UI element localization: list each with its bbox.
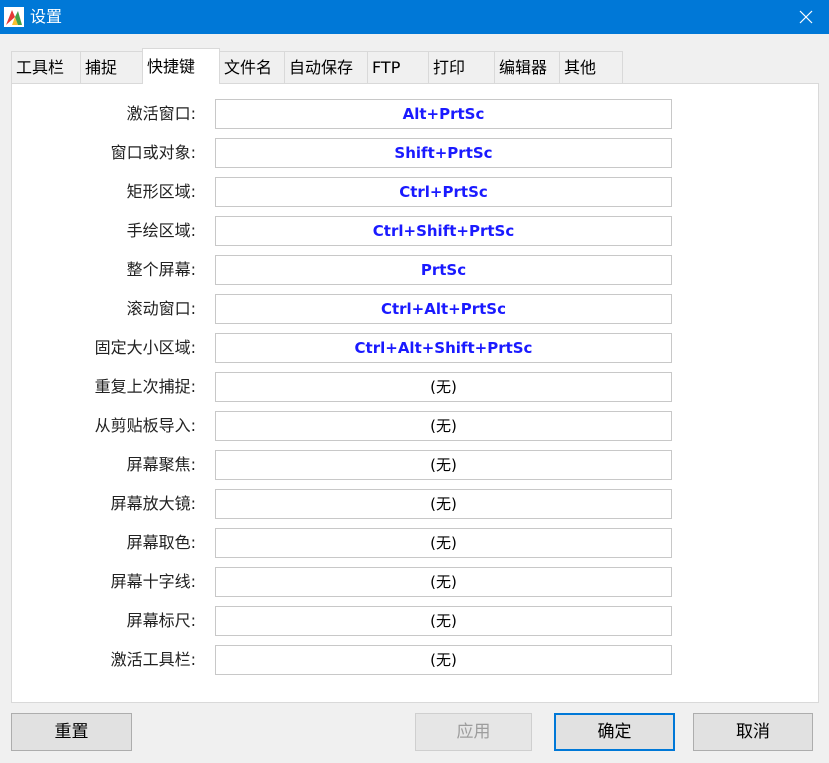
- hotkey-row: 屏幕标尺: (无): [12, 606, 818, 636]
- hotkey-label: 激活工具栏:: [110, 650, 196, 669]
- window-title: 设置: [30, 7, 63, 26]
- tab-filename[interactable]: 文件名: [219, 51, 285, 83]
- hotkey-field[interactable]: (无): [215, 411, 672, 441]
- hotkey-row: 从剪贴板导入: (无): [12, 411, 818, 441]
- ok-button[interactable]: 确定: [554, 713, 675, 751]
- hotkey-label: 屏幕放大镜:: [110, 494, 196, 513]
- hotkey-field[interactable]: (无): [215, 450, 672, 480]
- hotkey-label: 屏幕聚焦:: [126, 455, 196, 474]
- hotkey-label: 重复上次捕捉:: [94, 377, 196, 396]
- hotkey-row: 激活工具栏: (无): [12, 645, 818, 675]
- hotkey-field[interactable]: Ctrl+PrtSc: [215, 177, 672, 207]
- hotkey-label: 滚动窗口:: [126, 299, 196, 318]
- hotkey-label: 屏幕标尺:: [126, 611, 196, 630]
- hotkey-label: 屏幕取色:: [126, 533, 196, 552]
- hotkey-label: 矩形区域:: [126, 182, 196, 201]
- hotkey-field[interactable]: (无): [215, 489, 672, 519]
- tab-hotkeys[interactable]: 快捷键: [142, 48, 220, 84]
- tab-editor[interactable]: 编辑器: [494, 51, 560, 83]
- hotkey-row: 手绘区域: Ctrl+Shift+PrtSc: [12, 216, 818, 246]
- hotkey-field[interactable]: Ctrl+Alt+PrtSc: [215, 294, 672, 324]
- hotkey-field[interactable]: PrtSc: [215, 255, 672, 285]
- hotkey-row: 矩形区域: Ctrl+PrtSc: [12, 177, 818, 207]
- tab-print[interactable]: 打印: [428, 51, 495, 83]
- tab-other[interactable]: 其他: [559, 51, 623, 83]
- hotkey-label: 固定大小区域:: [94, 338, 196, 357]
- hotkeys-panel: 激活窗口: Alt+PrtSc 窗口或对象: Shift+PrtSc 矩形区域:…: [11, 83, 819, 703]
- close-button[interactable]: [783, 0, 829, 34]
- hotkey-row: 固定大小区域: Ctrl+Alt+Shift+PrtSc: [12, 333, 818, 363]
- hotkey-field[interactable]: Shift+PrtSc: [215, 138, 672, 168]
- tab-toolbar[interactable]: 工具栏: [11, 51, 81, 83]
- hotkey-row: 滚动窗口: Ctrl+Alt+PrtSc: [12, 294, 818, 324]
- hotkey-row: 屏幕放大镜: (无): [12, 489, 818, 519]
- hotkey-field[interactable]: (无): [215, 528, 672, 558]
- app-logo-icon: [4, 7, 24, 27]
- hotkey-row: 屏幕十字线: (无): [12, 567, 818, 597]
- cancel-button[interactable]: 取消: [693, 713, 813, 751]
- hotkey-row: 激活窗口: Alt+PrtSc: [12, 99, 818, 129]
- title-bar: 设置: [0, 0, 829, 34]
- tab-capture[interactable]: 捕捉: [80, 51, 143, 83]
- hotkey-field[interactable]: Ctrl+Alt+Shift+PrtSc: [215, 333, 672, 363]
- hotkey-field[interactable]: Ctrl+Shift+PrtSc: [215, 216, 672, 246]
- hotkey-field[interactable]: (无): [215, 606, 672, 636]
- hotkey-row: 屏幕取色: (无): [12, 528, 818, 558]
- tab-ftp[interactable]: FTP: [367, 51, 429, 83]
- hotkey-label: 激活窗口:: [126, 104, 196, 123]
- hotkey-row: 重复上次捕捉: (无): [12, 372, 818, 402]
- reset-button[interactable]: 重置: [11, 713, 132, 751]
- hotkey-label: 从剪贴板导入:: [94, 416, 196, 435]
- hotkey-label: 窗口或对象:: [110, 143, 196, 162]
- apply-button[interactable]: 应用: [415, 713, 532, 751]
- hotkey-row: 整个屏幕: PrtSc: [12, 255, 818, 285]
- hotkey-label: 整个屏幕:: [126, 260, 196, 279]
- hotkey-field[interactable]: (无): [215, 645, 672, 675]
- close-icon: [799, 10, 813, 24]
- hotkey-label: 屏幕十字线:: [110, 572, 196, 591]
- hotkey-row: 屏幕聚焦: (无): [12, 450, 818, 480]
- hotkey-field[interactable]: (无): [215, 372, 672, 402]
- hotkey-row: 窗口或对象: Shift+PrtSc: [12, 138, 818, 168]
- hotkey-field[interactable]: (无): [215, 567, 672, 597]
- hotkey-field[interactable]: Alt+PrtSc: [215, 99, 672, 129]
- tab-autosave[interactable]: 自动保存: [284, 51, 368, 83]
- hotkey-label: 手绘区域:: [126, 221, 196, 240]
